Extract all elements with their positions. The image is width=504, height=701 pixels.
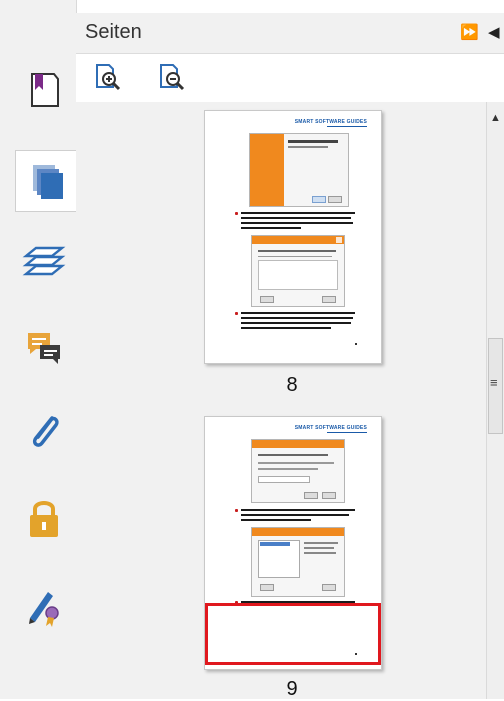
security-lock-icon: [30, 501, 58, 537]
layers-button[interactable]: [22, 244, 66, 288]
navigation-rail: [0, 0, 78, 699]
pages-panel-button[interactable]: [15, 150, 78, 212]
visible-area-frame[interactable]: [205, 603, 381, 665]
page-number-label: 8: [286, 374, 298, 396]
signature-button[interactable]: [22, 584, 66, 628]
page-thumbnail-8[interactable]: SMART SOFTWARE GUIDES: [204, 110, 382, 364]
screenshot-image: [251, 439, 345, 503]
enlarge-thumbnails-button[interactable]: [92, 62, 122, 92]
bookmark-page-icon: [31, 73, 59, 107]
collapse-panel-icon[interactable]: ⏩: [460, 23, 479, 41]
screenshot-image: [251, 527, 345, 597]
signature-icon: [29, 592, 59, 627]
scroll-up-icon[interactable]: ▲: [490, 112, 501, 124]
panel-title: Seiten: [85, 21, 142, 43]
page-number-label: 9: [286, 678, 298, 700]
shrink-thumbnails-icon: [160, 64, 185, 91]
comments-icon: [28, 333, 60, 364]
page-thumbnail-9[interactable]: SMART SOFTWARE GUIDES: [204, 416, 382, 670]
page-header-text: SMART SOFTWARE GUIDES: [294, 425, 367, 431]
thumbnail-list: SMART SOFTWARE GUIDES 8 SMART SOFTWARE G…: [76, 102, 486, 700]
page-header-text: SMART SOFTWARE GUIDES: [294, 119, 367, 125]
pages-icon: [33, 165, 63, 199]
panel-header: Seiten ⏩ ◀: [76, 13, 504, 54]
screenshot-image: [251, 235, 345, 307]
layers-icon: [22, 246, 66, 276]
bookmark-page-button[interactable]: [22, 68, 66, 112]
attachments-icon: [32, 416, 59, 447]
scrollbar-thumb[interactable]: ≡: [488, 338, 503, 434]
thumbnail-toolbar: [76, 54, 504, 102]
security-button[interactable]: [22, 496, 66, 540]
enlarge-thumbnails-icon: [96, 64, 121, 91]
screenshot-image: [249, 133, 349, 207]
shrink-thumbnails-button[interactable]: [156, 62, 186, 92]
grip-icon: ≡: [490, 375, 498, 390]
hide-panel-icon[interactable]: ◀: [488, 23, 500, 41]
vertical-scrollbar[interactable]: ▲ ≡: [486, 102, 504, 699]
comments-button[interactable]: [22, 326, 66, 370]
attachments-button[interactable]: [22, 410, 66, 454]
